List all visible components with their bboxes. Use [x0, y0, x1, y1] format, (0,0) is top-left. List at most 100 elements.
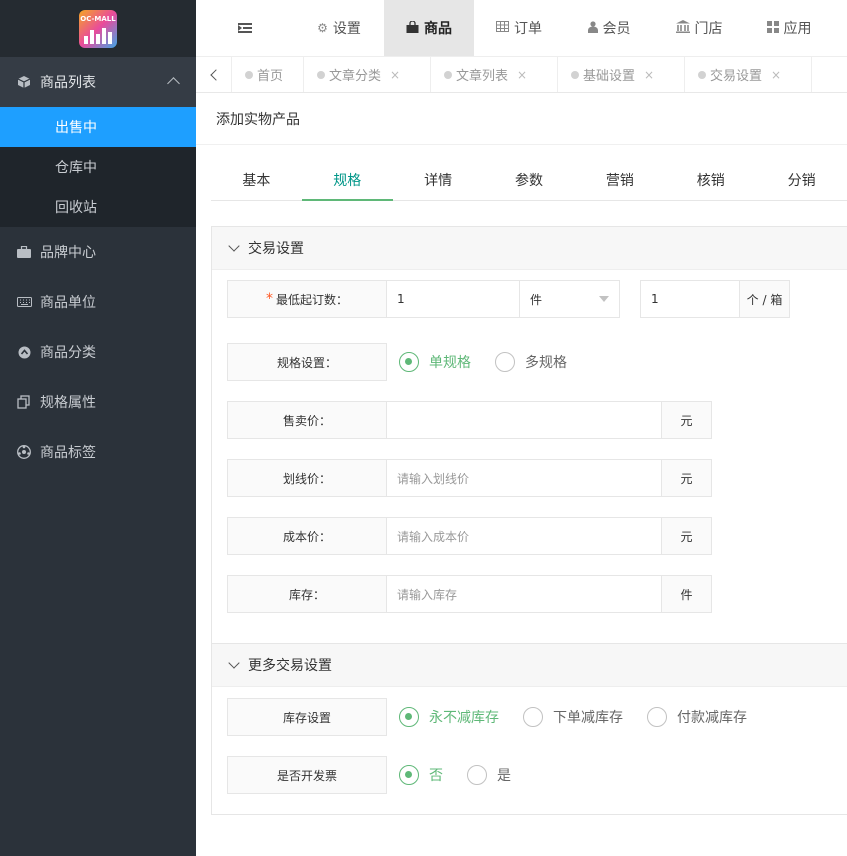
sidebar-subitem-warehouse[interactable]: 仓库中 — [0, 147, 196, 187]
close-icon[interactable]: × — [771, 68, 781, 82]
form-tabs: 基本 规格 详情 参数 营销 核销 分销 — [211, 163, 847, 201]
page-tab-basic-settings[interactable]: 基础设置 × — [558, 57, 685, 92]
tab-scroll-left-button[interactable] — [196, 57, 232, 92]
top-header: ⚙ 设置 商品 订单 会员 门店 应用 — [196, 0, 847, 57]
tab-basic[interactable]: 基本 — [211, 163, 302, 200]
close-icon[interactable]: × — [517, 68, 527, 82]
radio-checked-icon — [399, 707, 419, 727]
price-label: 售卖价： — [227, 401, 387, 439]
radio-reduce-on-pay[interactable]: 付款减库存 — [647, 707, 747, 727]
stock-label: 库存： — [227, 575, 387, 613]
radio-label: 是 — [497, 768, 511, 784]
pack-quantity-input[interactable]: 1 — [640, 280, 740, 318]
page-tab-label: 交易设置 — [710, 69, 763, 84]
invoice-row: 是否开发票 否 是 — [227, 756, 535, 794]
close-icon[interactable]: × — [390, 68, 400, 82]
menu-toggle-button[interactable] — [196, 0, 294, 56]
top-tab-orders[interactable]: 订单 — [474, 0, 564, 56]
radio-invoice-yes[interactable]: 是 — [467, 765, 511, 785]
logo-text: OC-MALL — [80, 14, 116, 23]
radio-unchecked-icon — [647, 707, 667, 727]
trade-settings-header[interactable]: 交易设置 — [212, 227, 847, 270]
price-input[interactable] — [387, 401, 662, 439]
stock-setting-row: 库存设置 永不减库存 下单减库存 付款减库存 — [227, 698, 771, 736]
top-tab-apps[interactable]: 应用 — [744, 0, 834, 56]
radio-never-reduce[interactable]: 永不减库存 — [399, 707, 499, 727]
more-trade-settings-header[interactable]: 更多交易设置 — [212, 644, 847, 687]
sidebar-item-goods-list[interactable]: 商品列表 — [0, 57, 196, 107]
page-tab-article-list[interactable]: 文章列表 × — [431, 57, 558, 92]
stock-input[interactable]: 请输入库存 — [387, 575, 662, 613]
tab-marketing[interactable]: 营销 — [574, 163, 665, 200]
top-tab-label: 设置 — [332, 21, 361, 37]
page-tab-bar: 首页 文章分类 × 文章列表 × 基础设置 × 交易设置 × — [196, 57, 847, 93]
page-tab-home[interactable]: 首页 — [232, 57, 304, 92]
tab-spec[interactable]: 规格 — [301, 163, 393, 201]
panel-title: 更多交易设置 — [248, 658, 332, 674]
close-icon[interactable]: × — [644, 68, 654, 82]
sidebar-item-spec[interactable]: 规格属性 — [0, 377, 196, 427]
tab-verification[interactable]: 核销 — [665, 163, 756, 200]
main-content: 添加实物产品 基本 规格 详情 参数 营销 核销 分销 交易设置 * 最低起订数… — [196, 93, 847, 856]
page-tab-trade-settings[interactable]: 交易设置 × — [685, 57, 812, 92]
page-tab-label: 首页 — [257, 69, 284, 84]
radio-label: 付款减库存 — [677, 710, 747, 726]
top-tab-label: 订单 — [514, 21, 542, 37]
chevron-down-icon — [228, 240, 240, 252]
copy-icon — [16, 394, 32, 410]
tab-detail[interactable]: 详情 — [393, 163, 484, 200]
strike-price-label: 划线价： — [227, 459, 387, 497]
radio-invoice-no[interactable]: 否 — [399, 765, 443, 785]
radio-checked-icon — [399, 765, 419, 785]
sidebar-subitem-on-sale[interactable]: 出售中 — [0, 107, 196, 147]
more-trade-settings-panel: 更多交易设置 库存设置 永不减库存 下单减库存 付款减库存 是否开发票 否 是 — [211, 643, 847, 815]
top-tab-settings[interactable]: ⚙ 设置 — [294, 0, 384, 56]
top-tab-members[interactable]: 会员 — [564, 0, 654, 56]
radio-label: 单规格 — [429, 355, 471, 371]
grid-icon — [766, 20, 779, 36]
min-order-input[interactable]: 1 — [387, 280, 520, 318]
radio-label: 多规格 — [525, 355, 567, 371]
caret-down-icon — [599, 296, 609, 302]
cost-price-label: 成本价： — [227, 517, 387, 555]
top-tab-label: 会员 — [602, 21, 631, 37]
page-title: 添加实物产品 — [196, 93, 847, 145]
radio-unchecked-icon — [467, 765, 487, 785]
sidebar-item-tags[interactable]: 商品标签 — [0, 427, 196, 477]
strike-price-input[interactable]: 请输入划线价 — [387, 459, 662, 497]
radio-checked-icon — [399, 352, 419, 372]
min-order-label: * 最低起订数： — [227, 280, 387, 318]
radio-multi-spec[interactable]: 多规格 — [495, 352, 567, 372]
page-tab-label: 文章分类 — [329, 69, 382, 84]
tab-distribution[interactable]: 分销 — [756, 163, 847, 200]
radio-label: 下单减库存 — [553, 710, 623, 726]
top-tab-label: 应用 — [783, 21, 812, 37]
radio-reduce-on-order[interactable]: 下单减库存 — [523, 707, 623, 727]
logo-icon[interactable]: OC-MALL — [79, 9, 117, 48]
bank-icon — [675, 20, 690, 36]
radio-single-spec[interactable]: 单规格 — [399, 352, 471, 372]
sidebar-item-label: 规格属性 — [40, 395, 96, 411]
sidebar-subitem-recycle[interactable]: 回收站 — [0, 187, 196, 227]
sidebar-item-brand[interactable]: 品牌中心 — [0, 227, 196, 277]
top-tab-goods[interactable]: 商品 — [384, 0, 474, 56]
tab-params[interactable]: 参数 — [484, 163, 575, 200]
required-mark: * — [265, 291, 273, 307]
cost-price-input[interactable]: 请输入成本价 — [387, 517, 662, 555]
sidebar-item-unit[interactable]: 商品单位 — [0, 277, 196, 327]
invoice-radio-group: 否 是 — [399, 756, 535, 794]
radio-unchecked-icon — [495, 352, 515, 372]
user-icon — [587, 20, 598, 36]
page-tab-article-category[interactable]: 文章分类 × — [304, 57, 431, 92]
indent-icon — [238, 23, 252, 33]
sidebar-item-category[interactable]: 商品分类 — [0, 327, 196, 377]
unit-select[interactable]: 件 — [520, 280, 620, 318]
stock-unit: 件 — [662, 575, 712, 613]
sidebar: OC-MALL 商品列表 出售中 仓库中 回收站 品牌中心 商品单位 商品分类 — [0, 0, 196, 856]
trade-settings-panel: 交易设置 * 最低起订数： 1 件 1 个 / 箱 规格设置： 单规格 多规格 … — [211, 226, 847, 644]
top-tab-stores[interactable]: 门店 — [654, 0, 744, 56]
spec-label: 规格设置： — [227, 343, 387, 381]
sidebar-item-label: 商品列表 — [40, 75, 96, 91]
pack-unit-suffix: 个 / 箱 — [740, 280, 790, 318]
table-icon — [496, 21, 509, 35]
